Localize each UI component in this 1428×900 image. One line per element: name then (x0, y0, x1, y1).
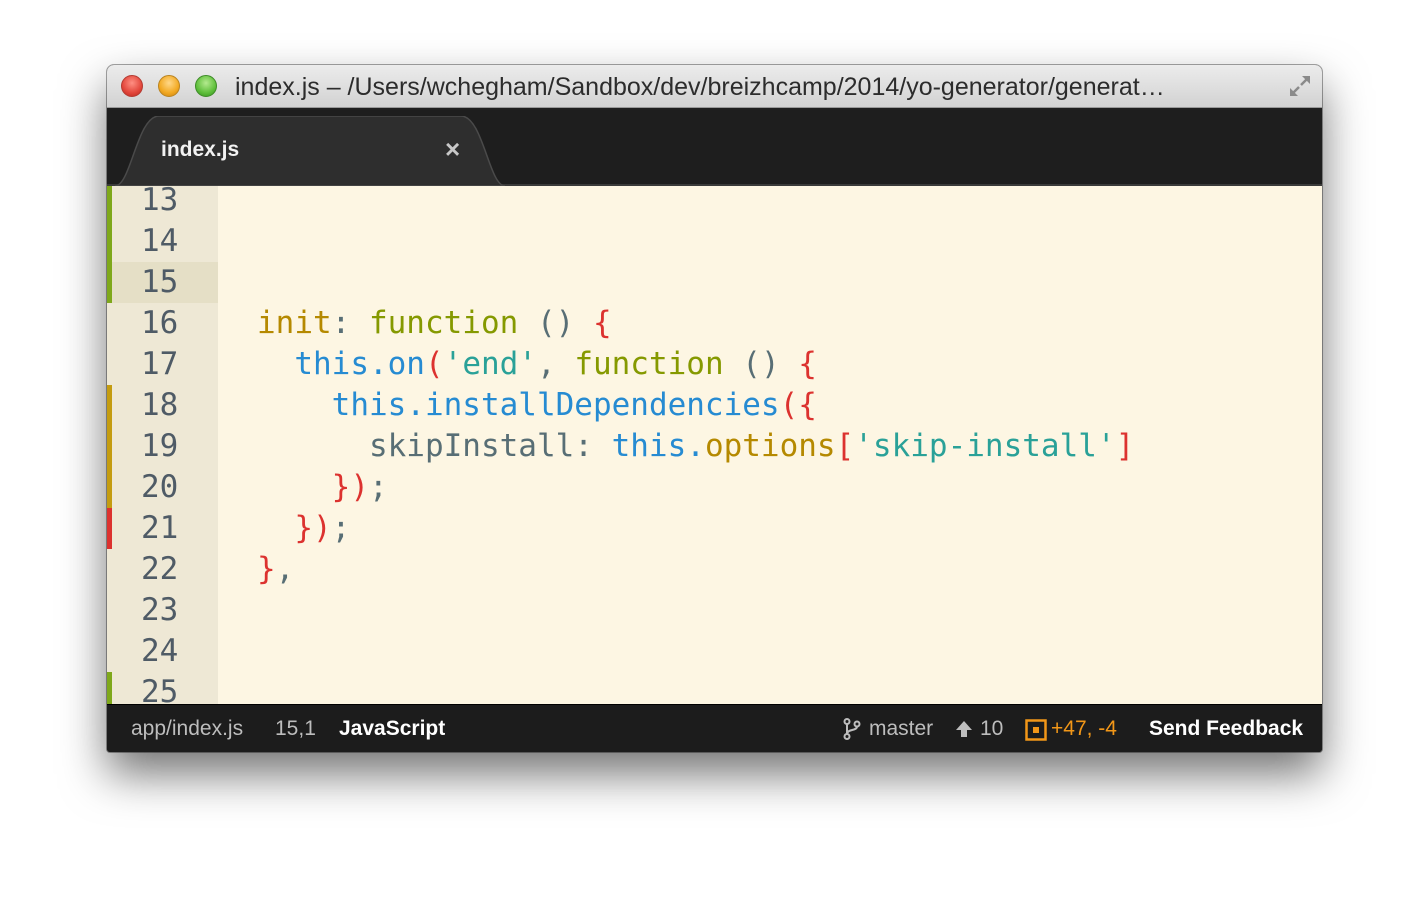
line-number: 25 (141, 674, 179, 704)
line-number: 18 (141, 387, 179, 423)
code-token: init (257, 305, 332, 341)
line-number-active: 15 (107, 262, 218, 303)
status-cursor-position[interactable]: 15,1 (275, 705, 316, 752)
code-line-21: }); (257, 508, 350, 549)
tab-bar: index.js × (107, 108, 1322, 186)
code-token: function (368, 305, 519, 341)
line-number: 24 (141, 633, 179, 669)
code-token: function (574, 346, 724, 382)
code-token: this (331, 387, 407, 423)
code-token: { (592, 305, 612, 341)
line-number: 17 (141, 346, 179, 382)
minimize-window-button[interactable] (158, 75, 180, 97)
fullscreen-icon[interactable] (1287, 73, 1313, 99)
git-branch-icon (843, 718, 861, 740)
code-token: [ (835, 428, 855, 464)
title-bar: index.js – /Users/wchegham/Sandbox/dev/b… (107, 65, 1322, 108)
code-token: ({ (779, 387, 817, 423)
line-number: 20 (141, 469, 179, 505)
line-number: 23 (141, 592, 179, 628)
code-token: ] (1115, 428, 1135, 464)
code-token: 'end' (443, 346, 537, 382)
status-diff-stats: +47, -4 (1051, 717, 1117, 740)
code-token: ; (368, 469, 388, 505)
code-token: { (798, 346, 817, 382)
code-token: }) (331, 469, 369, 505)
status-syntax[interactable]: JavaScript (339, 705, 445, 752)
line-number: 22 (141, 551, 179, 587)
window-title: index.js – /Users/wchegham/Sandbox/dev/b… (235, 73, 1165, 101)
arrow-up-icon (956, 721, 972, 737)
editor-window: index.js – /Users/wchegham/Sandbox/dev/b… (107, 65, 1322, 752)
code-token: skipInstall: (257, 428, 612, 464)
code-token: 'skip-install' (854, 428, 1116, 464)
close-window-button[interactable] (121, 75, 143, 97)
code-token: this (611, 428, 687, 464)
code-token: this (294, 346, 369, 382)
code-token: ; (331, 510, 351, 546)
line-number-gutter: 13 14 15 16 17 18 19 20 21 22 23 24 25 (107, 186, 218, 704)
git-added-marker (107, 672, 112, 704)
code-line-18: this.installDependencies({ (257, 385, 817, 426)
git-modified-marker (107, 385, 112, 508)
git-added-marker (107, 186, 112, 303)
line-number: 19 (141, 428, 179, 464)
code-token: () (518, 305, 593, 341)
code-token: () (723, 346, 799, 382)
code-token: .on (368, 346, 425, 382)
code-line-19: skipInstall: this.options['skip-install'… (257, 426, 1134, 467)
zoom-window-button[interactable] (195, 75, 217, 97)
send-feedback-link[interactable]: Send Feedback (1149, 705, 1303, 752)
status-bar: app/index.js 15,1 JavaScript master 10 +… (107, 704, 1322, 752)
line-number: 13 (141, 186, 179, 218)
git-deleted-marker (107, 508, 112, 549)
code-token: ( (424, 346, 444, 382)
code-line-20: }); (257, 467, 388, 508)
code-line-16: init: function () { (257, 303, 612, 344)
line-number: 14 (141, 223, 179, 259)
code-token: , (536, 346, 575, 382)
code-token: .installDependencies (406, 387, 780, 423)
code-token: . (686, 428, 705, 464)
status-commits-ahead: 10 (980, 717, 1004, 740)
code-token: }) (294, 510, 332, 546)
code-token: : (331, 305, 369, 341)
code-token: options (704, 428, 836, 464)
tab-close-icon[interactable]: × (445, 134, 460, 164)
line-number: 16 (141, 305, 179, 341)
code-token: } (257, 551, 276, 587)
tab-index-js[interactable]: index.js × (115, 116, 505, 186)
code-editor[interactable]: 13 14 15 16 17 18 19 20 21 22 23 24 25 i… (107, 186, 1322, 704)
diff-box-icon (1025, 719, 1047, 741)
status-file-path: app/index.js (131, 717, 244, 740)
status-git-branch[interactable]: master (869, 705, 933, 752)
code-token: , (275, 551, 295, 587)
code-line-22: }, (257, 549, 294, 590)
code-line-17: this.on('end', function () { (257, 344, 817, 385)
line-number: 21 (141, 510, 179, 546)
tab-label: index.js (161, 138, 240, 161)
